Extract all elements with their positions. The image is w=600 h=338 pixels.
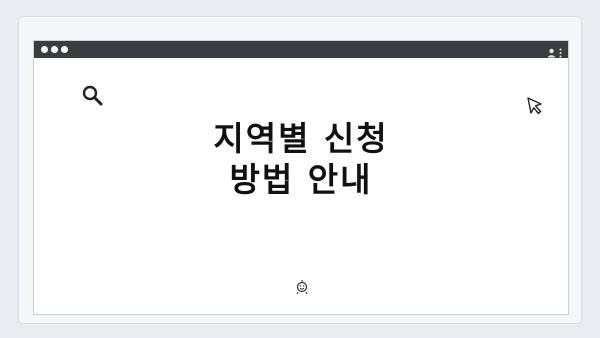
window-dot-minimize[interactable]: [51, 46, 58, 53]
smile-face-icon: [295, 279, 309, 299]
cursor-arrow-icon: [526, 96, 546, 120]
browser-window: 지역별 신청 방법 안내: [33, 40, 569, 315]
page-title-line-2: 방법 안내: [229, 160, 373, 199]
page-title: 지역별 신청 방법 안내: [34, 118, 568, 200]
search-icon[interactable]: [81, 84, 105, 112]
stage: 지역별 신청 방법 안내: [0, 0, 600, 338]
title-bar: [34, 41, 568, 58]
page-title-line-1: 지역별 신청: [213, 119, 389, 158]
page-content: 지역별 신청 방법 안내: [34, 58, 568, 314]
window-dot-maximize[interactable]: [61, 46, 68, 53]
window-dot-close[interactable]: [41, 46, 48, 53]
